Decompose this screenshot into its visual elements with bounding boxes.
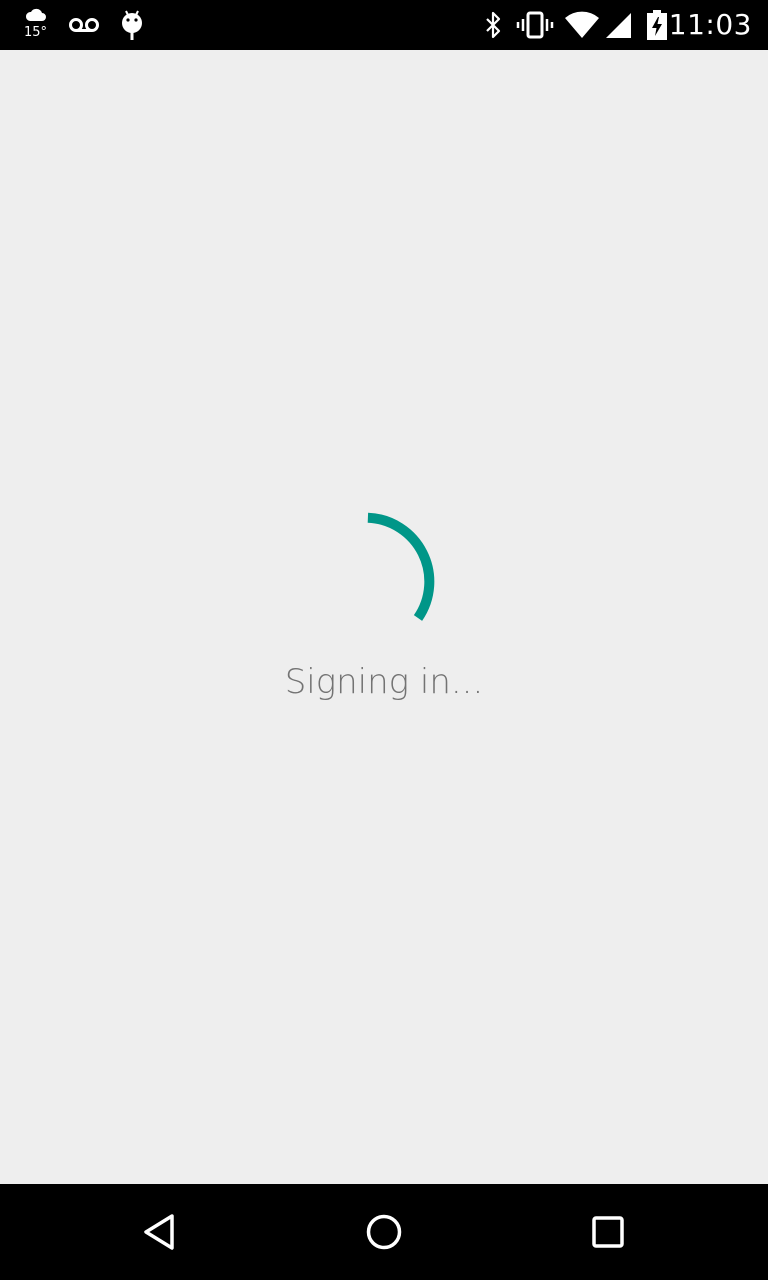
recents-icon (592, 1216, 624, 1248)
home-icon (366, 1214, 402, 1250)
loading-spinner (367, 512, 435, 621)
back-icon (144, 1214, 174, 1250)
weather-temperature: 15° (24, 25, 48, 40)
signing-in-status-text: Signing in... (284, 662, 484, 702)
status-bar: 15° 11:03 (0, 0, 768, 50)
bluetooth-icon (480, 0, 506, 50)
wifi-icon (562, 0, 602, 50)
cell-signal-icon (602, 0, 634, 50)
recents-button[interactable] (560, 1184, 656, 1280)
vibrate-icon (514, 0, 556, 50)
main-content: Signing in... (0, 50, 768, 1184)
screen: 15° 11:03 Signing in... (0, 0, 768, 1280)
navigation-bar (0, 1184, 768, 1280)
back-button[interactable] (112, 1184, 208, 1280)
status-clock: 11:03 (668, 8, 752, 41)
home-button[interactable] (336, 1184, 432, 1280)
android-debug-icon (116, 0, 148, 50)
voicemail-icon (66, 0, 102, 50)
battery-charging-icon (644, 0, 670, 50)
